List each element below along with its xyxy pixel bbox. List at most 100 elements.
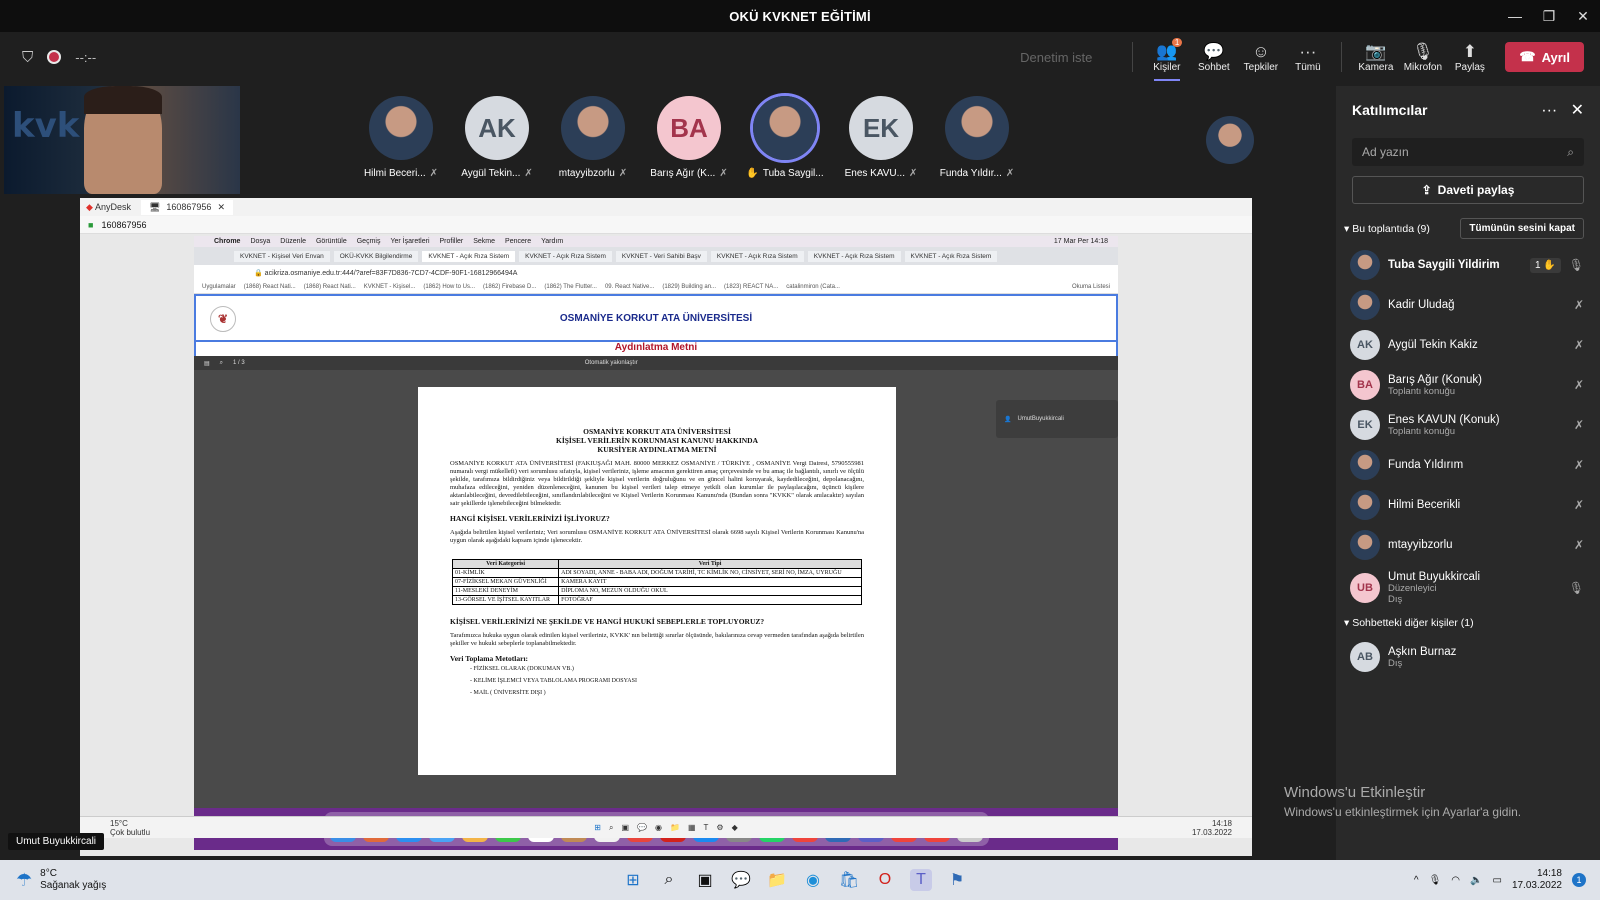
- gallery-tile[interactable]: Funda Yıldır... ✗: [936, 96, 1018, 179]
- participant-row[interactable]: Kadir Uludağ ✗: [1336, 285, 1600, 325]
- teams-icon[interactable]: T: [910, 869, 932, 891]
- anydesk-address[interactable]: 160867956: [101, 220, 146, 230]
- mac-menu-item[interactable]: Geçmiş: [357, 238, 381, 245]
- gallery-tile[interactable]: mtayyibzorlu ✗: [552, 96, 634, 179]
- bookmark[interactable]: KVKNET - Kişisel...: [364, 284, 416, 290]
- anydesk-notice[interactable]: 👤 UmutBuyukkircali: [996, 400, 1118, 438]
- mute-all-button[interactable]: Tümünün sesini kapat: [1460, 218, 1584, 239]
- pdf-page-number[interactable]: 1 / 3: [233, 360, 245, 366]
- participant-row[interactable]: Hilmi Becerikli ✗: [1336, 485, 1600, 525]
- clock[interactable]: 14:18 17.03.2022: [1512, 868, 1562, 892]
- volume-icon[interactable]: 🔈: [1470, 875, 1482, 886]
- zoom-select[interactable]: Otomatik yakınlaştır: [585, 360, 638, 366]
- opera-icon[interactable]: O: [874, 869, 896, 891]
- bookmark[interactable]: (1868) React Nati...: [244, 284, 296, 290]
- close-icon[interactable]: ✕: [217, 202, 225, 213]
- close-icon[interactable]: ✕: [1566, 0, 1600, 32]
- participant-row[interactable]: AB Aşkın Burnaz Dış: [1336, 637, 1600, 677]
- browser-url-bar[interactable]: 🔒 acikriza.osmaniye.edu.tr:444/?aref=83F…: [194, 265, 1118, 281]
- store-icon[interactable]: 🛍: [838, 869, 860, 891]
- windows-start-icon[interactable]: ⊞: [622, 869, 644, 891]
- mac-menu-item[interactable]: Sekme: [473, 238, 495, 245]
- bookmark[interactable]: Uygulamalar: [202, 284, 236, 290]
- shield-icon[interactable]: ⛉: [22, 49, 33, 66]
- task-view-icon[interactable]: ▣: [621, 823, 629, 832]
- browser-tab[interactable]: KVKNET - Açık Rıza Sistem: [807, 250, 901, 262]
- request-control-button[interactable]: Denetim iste: [1020, 50, 1092, 65]
- edge-icon[interactable]: ◉: [802, 869, 824, 891]
- edge-icon[interactable]: ◉: [655, 823, 662, 832]
- more-button[interactable]: ··· Tümü: [1284, 42, 1331, 73]
- participant-row[interactable]: UB Umut Buyukkircali Düzenleyici Dış 🎙: [1336, 565, 1600, 611]
- participant-row[interactable]: Funda Yıldırım ✗: [1336, 445, 1600, 485]
- bookmark[interactable]: catalinmiron (Cata...: [786, 284, 840, 290]
- weather-widget[interactable]: ☂ 8°C Sağanak yağış: [16, 868, 106, 892]
- gallery-tile[interactable]: Hilmi Beceri... ✗: [360, 96, 442, 179]
- settings-icon[interactable]: ⚙: [716, 823, 723, 832]
- minimize-icon[interactable]: —: [1498, 0, 1532, 32]
- share-invite-button[interactable]: ⇪ Daveti paylaş: [1352, 176, 1584, 204]
- overflow-avatar[interactable]: [1206, 116, 1254, 164]
- wifi-icon[interactable]: ◠: [1451, 875, 1460, 886]
- bookmark[interactable]: (1823) REACT NA...: [724, 284, 778, 290]
- gallery-tile[interactable]: ✋ Tuba Saygil...: [744, 96, 826, 179]
- camera-button[interactable]: 📷 Kamera: [1352, 42, 1399, 73]
- more-icon[interactable]: ···: [1541, 102, 1557, 119]
- gallery-tile[interactable]: EK Enes KAVU... ✗: [840, 96, 922, 179]
- anydesk-session-tab[interactable]: 🖥 160867956 ✕: [140, 199, 233, 215]
- reading-list[interactable]: Okuma Listesi: [1072, 284, 1110, 290]
- bookmark[interactable]: (1862) How to Us...: [423, 284, 475, 290]
- bookmark[interactable]: (1868) React Nati...: [304, 284, 356, 290]
- sidebar-toggle-icon[interactable]: ▤: [204, 360, 210, 367]
- participant-row[interactable]: mtayyibzorlu ✗: [1336, 525, 1600, 565]
- gallery-tile[interactable]: BA Barış Ağır (K... ✗: [648, 96, 730, 179]
- search-input[interactable]: Ad yazın ⌕: [1352, 138, 1584, 166]
- mac-menu-item[interactable]: Düzenle: [280, 238, 306, 245]
- excel-icon[interactable]: ▦: [688, 823, 696, 832]
- browser-tab[interactable]: OKÜ-KVKK Bilgilendirme: [333, 250, 419, 262]
- browser-tab-active[interactable]: KVKNET - Açık Rıza Sistem: [422, 250, 516, 262]
- search-icon[interactable]: ⌕: [609, 823, 613, 833]
- participant-row[interactable]: AK Aygül Tekin Kakiz ✗: [1336, 325, 1600, 365]
- battery-icon[interactable]: ▭: [1492, 875, 1501, 886]
- chevron-up-icon[interactable]: ^: [1414, 875, 1419, 886]
- section-title[interactable]: ▾ Sohbetteki diğer kişiler (1): [1344, 617, 1474, 629]
- participant-row[interactable]: EK Enes KAVUN (Konuk) Toplantı konuğu ✗: [1336, 405, 1600, 445]
- search-icon[interactable]: ⌕: [220, 360, 223, 367]
- windows-start-icon[interactable]: ⊞: [594, 823, 601, 832]
- teams-icon[interactable]: T: [704, 823, 709, 832]
- mac-menu-item[interactable]: Görüntüle: [316, 238, 347, 245]
- chat-button[interactable]: 💬 Sohbet: [1190, 42, 1237, 73]
- browser-tab[interactable]: KVKNET - Açık Rıza Sistem: [519, 250, 612, 262]
- section-title[interactable]: ▾ Bu toplantıda (9): [1344, 223, 1430, 235]
- anydesk-icon[interactable]: ◆: [732, 823, 738, 832]
- close-icon[interactable]: ✕: [1571, 102, 1584, 119]
- browser-tab[interactable]: KVKNET - Veri Sahibi Başv: [615, 250, 707, 262]
- mac-menu-item[interactable]: Chrome: [214, 238, 240, 245]
- chat-icon[interactable]: 💬: [637, 823, 647, 832]
- folder-icon[interactable]: 📁: [670, 823, 680, 832]
- people-button[interactable]: 👥 1 Kişiler: [1143, 37, 1190, 81]
- chat-icon[interactable]: 💬: [730, 869, 752, 891]
- mac-menu-item[interactable]: Dosya: [250, 238, 270, 245]
- browser-tab[interactable]: KVKNET - Kişisel Veri Envan: [234, 250, 330, 262]
- bookmark[interactable]: (1862) The Flutter...: [544, 284, 597, 290]
- reactions-button[interactable]: ☺ Tepkiler: [1237, 42, 1284, 73]
- mic-button[interactable]: 🎙 Mikrofon: [1399, 42, 1446, 73]
- mac-menu-item[interactable]: Yardım: [541, 238, 563, 245]
- mic-off-icon[interactable]: 🎙: [1429, 875, 1442, 886]
- app-icon[interactable]: ⚑: [946, 869, 968, 891]
- participant-row[interactable]: Tuba Saygili Yildirim 1 ✋ 🎙: [1336, 245, 1600, 285]
- maximize-icon[interactable]: ❐: [1532, 0, 1566, 32]
- bookmark[interactable]: (1862) Firebase D...: [483, 284, 536, 290]
- browser-tab[interactable]: KVKNET - Açık Rıza Sistem: [904, 250, 998, 262]
- participant-row[interactable]: BA Barış Ağır (Konuk) Toplantı konuğu ✗: [1336, 365, 1600, 405]
- notification-badge[interactable]: 1: [1572, 873, 1586, 887]
- search-icon[interactable]: ⌕: [658, 869, 680, 891]
- bookmark[interactable]: 09. React Native...: [605, 284, 654, 290]
- task-view-icon[interactable]: ▣: [694, 869, 716, 891]
- leave-button[interactable]: ☎ Ayrıl: [1505, 42, 1584, 72]
- folder-icon[interactable]: 📁: [766, 869, 788, 891]
- share-button[interactable]: ⬆ Paylaş: [1446, 42, 1493, 73]
- mac-menu-item[interactable]: Yer İşaretleri: [390, 238, 429, 245]
